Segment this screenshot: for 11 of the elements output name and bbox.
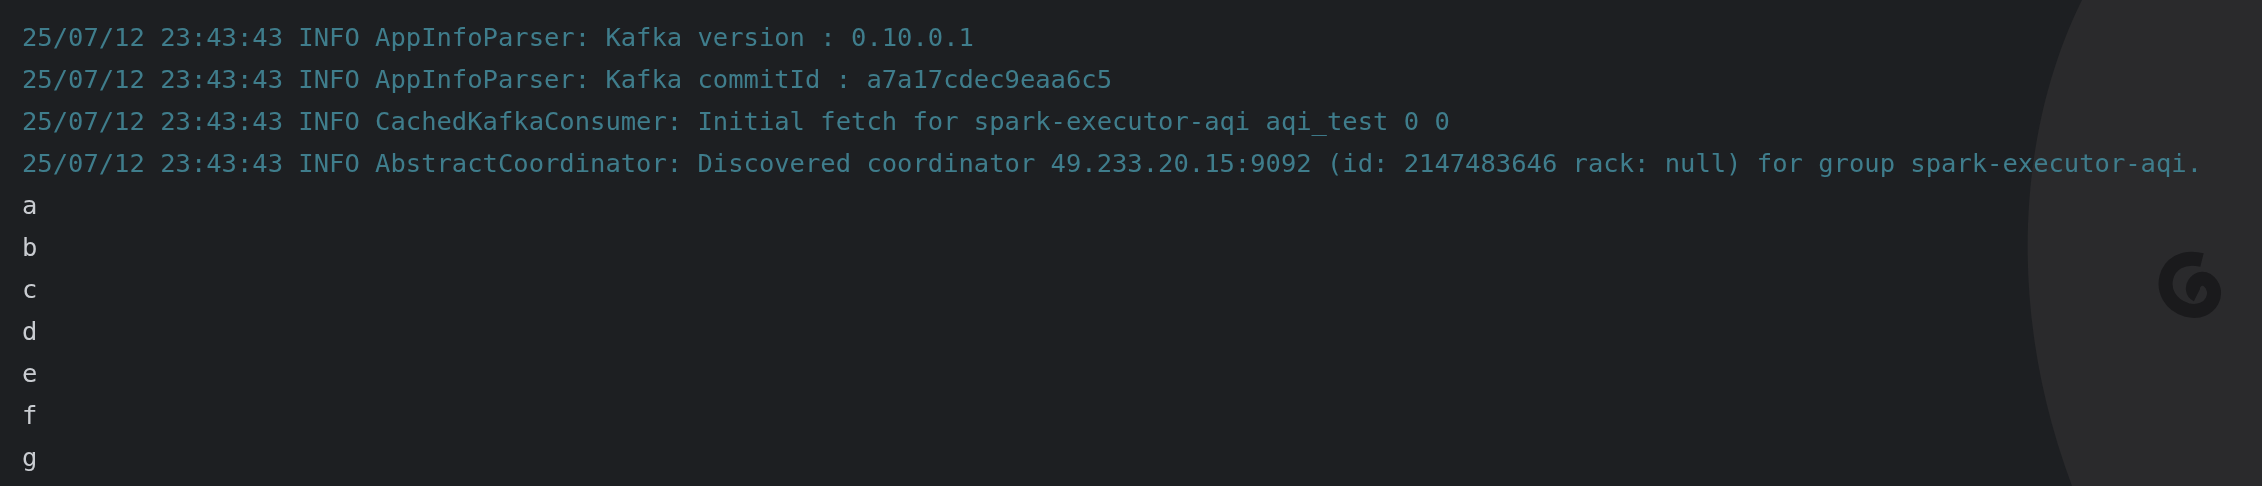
log-line: 25/07/12 23:43:43 INFO CachedKafkaConsumer: Initial fetch for spark-executor-aqi aqi_test 0 0 [22, 105, 1450, 138]
typed-line: a [22, 189, 38, 222]
typed-line: b [22, 231, 38, 264]
typed-line: f [22, 399, 38, 432]
log-line: 25/07/12 23:43:43 INFO AppInfoParser: Kafka version : 0.10.0.1 [22, 21, 974, 54]
log-line: 25/07/12 23:43:43 INFO AbstractCoordinator: Discovered coordinator 49.233.20.15:9092 (id: 2147483646 rack: null) for group spark-executor-aqi. [22, 147, 2203, 180]
typed-line: d [22, 315, 38, 348]
typed-line: g [22, 441, 38, 474]
typed-line: c [22, 273, 38, 306]
log-line: 25/07/12 23:43:43 INFO AppInfoParser: Kafka commitId : a7a17cdec9eaa6c5 [22, 63, 1112, 96]
typed-line: e [22, 357, 38, 390]
